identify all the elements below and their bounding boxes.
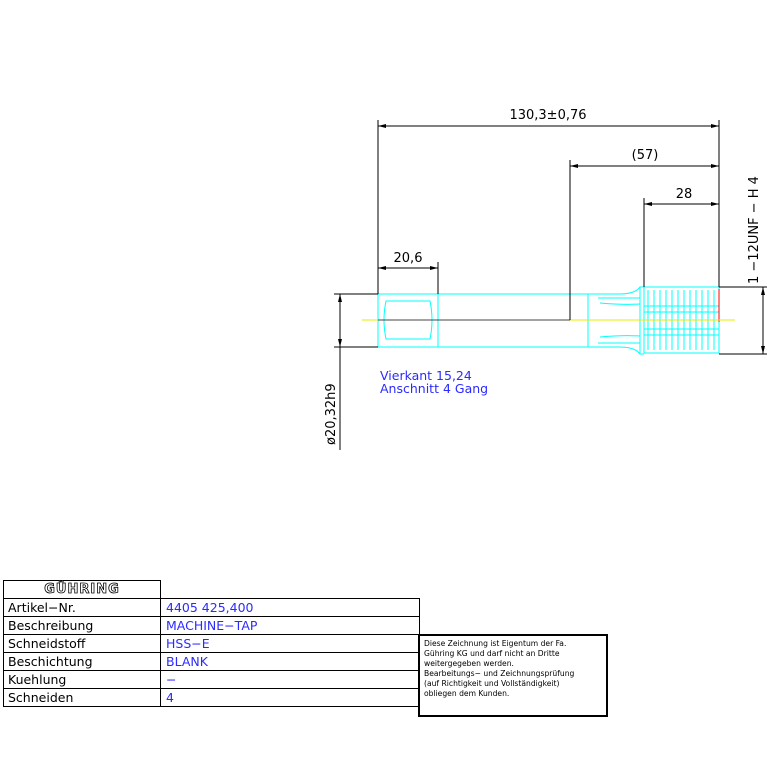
neck-bottom — [588, 346, 641, 355]
row-label: Schneidstoff — [3, 634, 161, 653]
ownership-notice: Diese Zeichnung ist Eigentum der Fa. Güh… — [418, 634, 608, 717]
row-value: MACHINE−TAP — [160, 616, 420, 635]
notice-line: weitergegeben werden. — [424, 659, 514, 668]
row-label: Beschichtung — [3, 652, 161, 671]
row-label: Schneiden — [3, 688, 161, 707]
row-value: − — [160, 670, 420, 689]
overall-length-label: 130,3±0,76 — [509, 108, 586, 123]
table-row: Beschreibung MACHINE−TAP — [3, 616, 420, 635]
thread-length-label: (57) — [632, 148, 659, 163]
logo-spacer — [160, 580, 420, 599]
notice-line: Bearbeitungs− und Zeichnungsprüfung — [424, 669, 575, 678]
table-row: Schneiden 4 — [3, 688, 420, 707]
row-value: HSS−E — [160, 634, 420, 653]
title-block: GÜHRING Artikel−Nr. 4405 425,400 Beschre… — [3, 580, 420, 707]
row-value: 4 — [160, 688, 420, 707]
neck-top — [588, 286, 641, 295]
notice-line: obliegen dem Kunden. — [424, 689, 510, 698]
shank-diameter-label: ø20,32h9 — [324, 383, 339, 445]
logo-row: GÜHRING — [3, 580, 420, 599]
table-row: Kuehlung − — [3, 670, 420, 689]
notice-line: Gühring KG und darf nicht an Dritte — [424, 649, 560, 658]
row-label: Artikel−Nr. — [3, 598, 161, 617]
notice-line: (auf Richtigkeit und Vollständigkeit) — [424, 679, 560, 688]
flute-curve-2 — [599, 335, 641, 338]
row-value: BLANK — [160, 652, 420, 671]
table-row: Beschichtung BLANK — [3, 652, 420, 671]
short-length-label: 28 — [676, 187, 693, 202]
row-value: 4405 425,400 — [160, 598, 420, 617]
row-label: Beschreibung — [3, 616, 161, 635]
dimension-lines — [334, 120, 767, 450]
notice-line: Diese Zeichnung ist Eigentum der Fa. — [424, 639, 567, 648]
thread-spec-label: 1 −12UNF − H 4 — [747, 176, 762, 284]
table-row: Schneidstoff HSS−E — [3, 634, 420, 653]
company-logo: GÜHRING — [3, 580, 161, 599]
square-length-label: 20,6 — [394, 251, 423, 266]
note-chamfer: Anschnitt 4 Gang — [380, 381, 488, 396]
flute-curve-1 — [599, 302, 641, 305]
table-row: Artikel−Nr. 4405 425,400 — [3, 598, 420, 617]
row-label: Kuehlung — [3, 670, 161, 689]
